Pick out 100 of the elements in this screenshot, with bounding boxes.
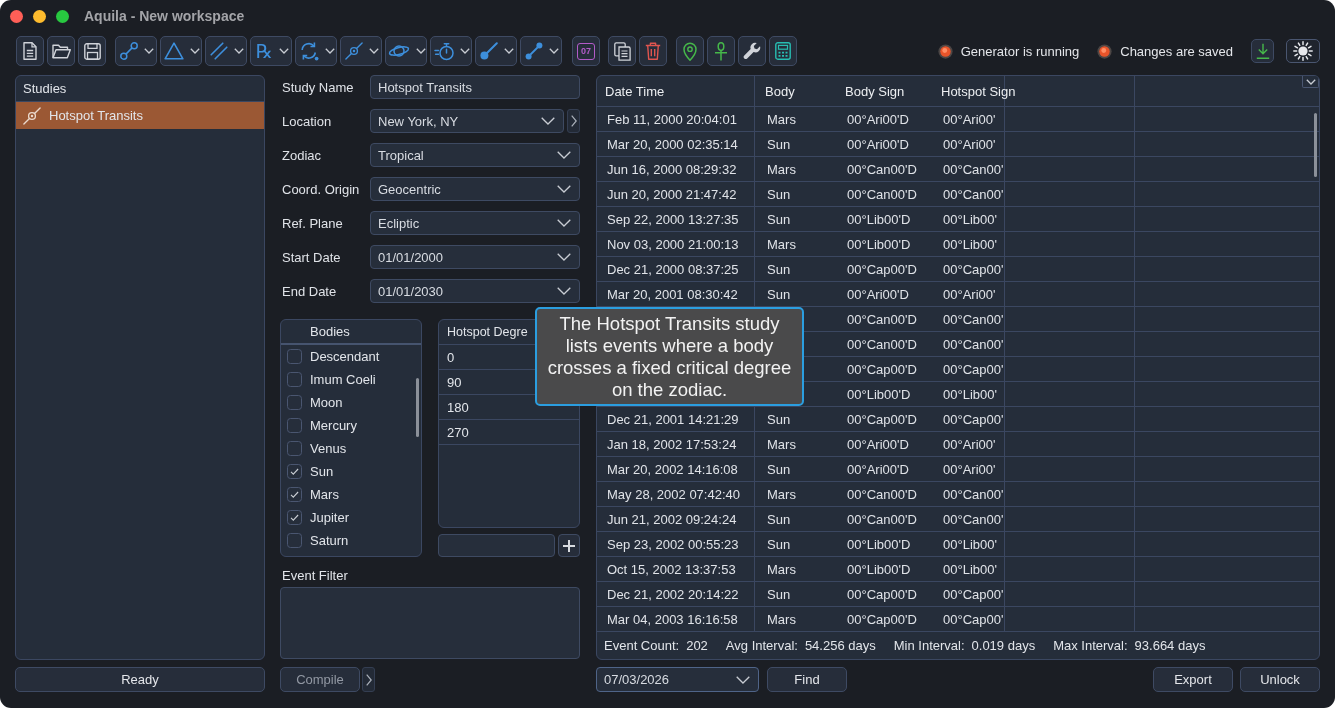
ringed-planet-dropdown[interactable] [385, 36, 427, 66]
checkbox[interactable] [287, 418, 302, 433]
triangle-dropdown[interactable] [160, 36, 202, 66]
checkbox-label[interactable]: Venus [310, 441, 347, 456]
open-folder-button[interactable] [47, 36, 75, 66]
list-item[interactable]: 0 [447, 349, 455, 365]
node-link-icon[interactable] [120, 42, 138, 60]
checkbox[interactable] [287, 441, 302, 456]
checkbox-label[interactable]: Jupiter [310, 510, 350, 525]
chevron-right-icon[interactable] [570, 115, 577, 127]
add-button[interactable] [558, 534, 580, 557]
wrench-button[interactable] [738, 36, 766, 66]
triangle-icon[interactable] [164, 42, 184, 60]
calculator-icon[interactable] [775, 42, 791, 60]
checkbox-label[interactable]: Imum Coeli [310, 372, 376, 387]
dumbbell-dropdown[interactable] [520, 36, 562, 66]
caret-icon[interactable] [549, 48, 559, 54]
zoom-button[interactable] [56, 9, 69, 23]
checkbox[interactable] [287, 349, 302, 364]
caret-icon[interactable] [234, 48, 244, 54]
caret-icon[interactable] [190, 48, 200, 54]
checkbox[interactable] [287, 464, 302, 479]
dropdown[interactable]: 01/01/2030 [370, 279, 580, 303]
stopwatch-icon[interactable] [434, 41, 454, 61]
line-dot-icon[interactable] [480, 42, 498, 60]
caret-icon[interactable] [144, 48, 154, 54]
dropdown[interactable]: 01/01/2000 [370, 245, 580, 269]
scrollbar[interactable] [1314, 113, 1317, 177]
delete-button[interactable] [639, 36, 667, 66]
list-item[interactable]: Hotspot Transits [16, 102, 264, 129]
trash-icon[interactable] [645, 42, 661, 60]
map-pin-icon[interactable] [683, 41, 697, 61]
parallel-lines-icon[interactable] [210, 42, 228, 60]
dropdown[interactable]: Ecliptic [370, 211, 580, 235]
close-button[interactable] [10, 9, 23, 23]
sun-icon[interactable] [1293, 41, 1313, 61]
checkbox-label[interactable]: Sun [310, 464, 334, 479]
chevron-down-icon[interactable] [557, 185, 571, 193]
target-line-icon[interactable] [345, 42, 363, 60]
plus-icon[interactable] [563, 539, 575, 552]
list-item[interactable]: 180 [447, 399, 469, 415]
text-field[interactable]: Hotspot Transits [370, 75, 580, 99]
caret-icon[interactable] [416, 48, 426, 54]
chevron-down-icon[interactable] [541, 117, 555, 125]
checkbox-label[interactable]: Saturn [310, 533, 349, 548]
copy-button[interactable] [608, 36, 636, 66]
line-dot-dropdown[interactable] [475, 36, 517, 66]
ankh-icon[interactable] [714, 41, 728, 61]
chevron-right-icon[interactable] [365, 673, 372, 686]
checkbox-label[interactable]: Moon [310, 395, 343, 410]
input-field[interactable] [438, 534, 555, 557]
caret-icon[interactable] [278, 48, 289, 54]
next-button[interactable] [362, 667, 375, 692]
dropdown[interactable]: Tropical [370, 143, 580, 167]
column-header[interactable]: Date Time [597, 76, 755, 107]
copy-icon[interactable] [613, 41, 631, 61]
chevron-down-icon[interactable] [557, 287, 571, 295]
ankh-button[interactable] [707, 36, 735, 66]
caret-icon[interactable] [460, 48, 470, 54]
date-picker[interactable]: 07/03/2026 [596, 667, 759, 692]
dropdown[interactable]: New York, NY [370, 109, 564, 133]
list-item[interactable]: 90 [447, 374, 462, 390]
status-button[interactable]: Ready [15, 667, 265, 692]
next-button[interactable] [567, 109, 580, 133]
checkbox-label[interactable]: Descendant [310, 349, 380, 364]
save-button[interactable] [78, 36, 106, 66]
caret-icon[interactable] [325, 48, 335, 54]
calculator-button[interactable] [769, 36, 797, 66]
map-pin-button[interactable] [676, 36, 704, 66]
dropdown[interactable]: Geocentric [370, 177, 580, 201]
dumbbell-icon[interactable] [525, 42, 543, 60]
checkbox[interactable] [287, 487, 302, 502]
target-line-dropdown[interactable] [340, 36, 382, 66]
scrollbar[interactable] [416, 378, 419, 437]
checkbox[interactable] [287, 372, 302, 387]
action-button[interactable]: Export [1153, 667, 1233, 692]
document-icon[interactable] [23, 42, 37, 60]
caret-icon[interactable] [369, 48, 379, 54]
cycle-arrows-icon[interactable] [299, 41, 319, 61]
parallel-lines-dropdown[interactable] [205, 36, 247, 66]
find-button[interactable]: Find [767, 667, 847, 692]
checkbox-label[interactable]: Mars [310, 487, 339, 502]
new-document-button[interactable] [16, 36, 44, 66]
chevron-down-icon[interactable] [557, 219, 571, 227]
checkbox[interactable] [287, 395, 302, 410]
stopwatch-dropdown[interactable] [430, 36, 472, 66]
folder-icon[interactable] [51, 43, 71, 59]
action-button[interactable]: Unlock [1240, 667, 1320, 692]
minimize-button[interactable] [33, 9, 46, 23]
list-item[interactable]: 270 [447, 424, 469, 440]
brightness-button[interactable] [1286, 39, 1320, 63]
symbol-dropdown[interactable]: ℞ [250, 36, 292, 66]
chevron-down-icon[interactable] [557, 151, 571, 159]
checkbox-label[interactable]: Mercury [310, 418, 357, 433]
chevron-down-icon[interactable] [557, 253, 571, 261]
ringed-planet-icon[interactable] [388, 43, 410, 59]
checkbox[interactable] [287, 533, 302, 548]
wrench-icon[interactable] [743, 42, 761, 60]
chevron-down-icon[interactable] [736, 675, 750, 684]
cycle-dropdown[interactable] [295, 36, 337, 66]
